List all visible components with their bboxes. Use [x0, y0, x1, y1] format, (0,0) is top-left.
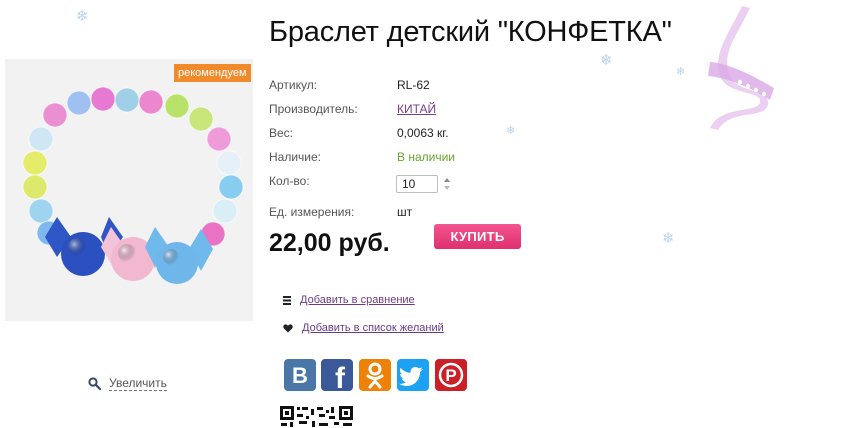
article-label: Артикул: [269, 78, 318, 92]
recommended-badge: рекомендуем [174, 64, 251, 82]
pinterest-icon: P [438, 362, 464, 388]
compare-link[interactable]: Добавить в сравнение [300, 294, 415, 306]
snowflake-icon: ❄ [506, 125, 516, 137]
zoom-label: Увеличить [109, 376, 167, 391]
wishlist-link[interactable]: Добавить в список желаний [302, 322, 444, 334]
article-value: RL-62 [397, 78, 430, 92]
vk-icon: В [292, 363, 308, 388]
facebook-share-button[interactable]: f [321, 359, 353, 395]
maker-label: Производитель: [269, 102, 358, 116]
zoom-link[interactable]: Увеличить [88, 376, 167, 391]
svg-text:P: P [445, 366, 456, 385]
price: 22,00 руб. [269, 229, 390, 257]
weight-value: 0,0063 кг. [397, 126, 449, 140]
stepper-down-icon [444, 186, 450, 190]
quantity-label: Кол-во: [269, 174, 310, 188]
qr-code-icon [279, 405, 355, 428]
product-title: Браслет детский "КОНФЕТКА" [269, 16, 672, 48]
unit-value: шт [397, 205, 413, 219]
snowflake-icon: ❄ [676, 66, 686, 78]
snowflake-icon: ❄ [76, 8, 89, 25]
twitter-share-button[interactable] [397, 359, 429, 391]
facebook-icon: f [335, 362, 346, 395]
buy-button[interactable]: КУПИТЬ [434, 224, 521, 249]
odnoklassniki-icon [366, 362, 384, 389]
svg-text:f: f [335, 362, 346, 391]
unit-label: Ед. измерения: [269, 205, 355, 219]
vk-share-button[interactable]: В [284, 359, 316, 391]
stepper-up-icon [444, 178, 450, 182]
list-icon [283, 295, 291, 305]
magnifier-icon [88, 377, 101, 390]
weight-label: Вес: [269, 126, 294, 140]
svg-text:В: В [292, 363, 308, 388]
bracelet-image-icon [22, 86, 244, 284]
odnoklassniki-share-button[interactable] [359, 359, 391, 391]
heart-icon [283, 323, 293, 332]
snowflake-icon: ❄ [600, 52, 613, 69]
quantity-input[interactable] [396, 175, 438, 193]
availability-label: Наличие: [269, 150, 322, 164]
twitter-icon [399, 367, 423, 386]
compare-action[interactable]: Добавить в сравнение [283, 294, 415, 306]
availability-status: В наличии [397, 150, 456, 164]
pinterest-share-button[interactable]: P [435, 359, 467, 391]
maker-link[interactable]: КИТАЙ [397, 102, 436, 116]
snowflake-icon: ❄ [662, 230, 675, 247]
product-image[interactable] [5, 59, 253, 321]
quantity-stepper[interactable] [443, 176, 451, 192]
wishlist-action[interactable]: Добавить в список желаний [283, 322, 444, 334]
ribbon-decoration-icon [708, 6, 774, 130]
